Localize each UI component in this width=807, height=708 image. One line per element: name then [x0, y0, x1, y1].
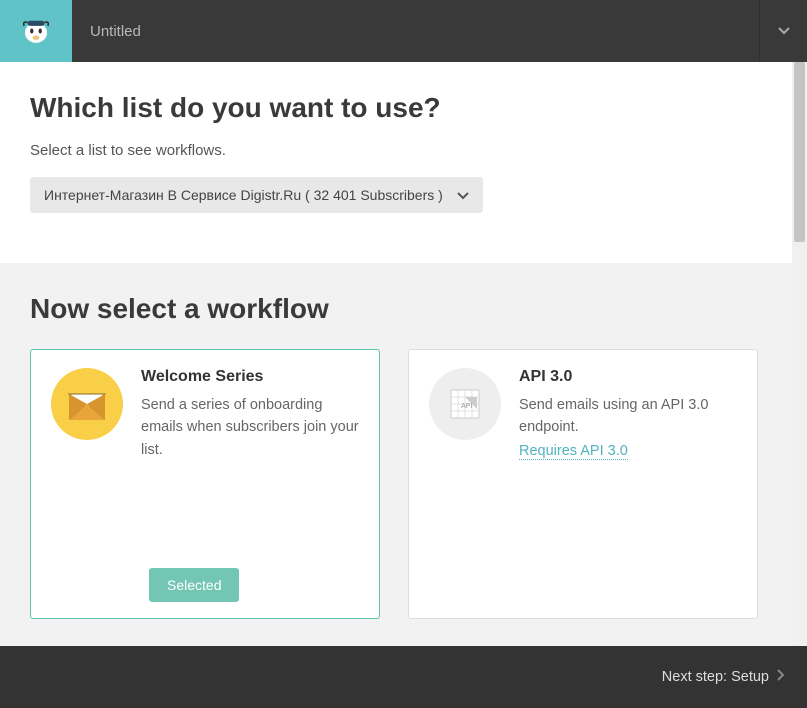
- svg-text:API: API: [461, 403, 472, 410]
- card-description: Send a series of onboarding emails when …: [141, 394, 359, 461]
- next-step-button[interactable]: Next step: Setup: [662, 669, 785, 685]
- chevron-down-icon: [778, 27, 790, 35]
- workflow-heading: Now select a workflow: [30, 293, 777, 325]
- list-dropdown-label: Интернет-Магазин В Сервисе Digistr.Ru ( …: [44, 187, 443, 203]
- list-selection-section: Which list do you want to use? Select a …: [0, 62, 807, 263]
- workflow-cards: Welcome Series Send a series of onboardi…: [30, 349, 777, 619]
- topbar-menu-button[interactable]: [759, 0, 807, 62]
- api-icon: API: [429, 368, 501, 445]
- mailchimp-logo[interactable]: [0, 0, 72, 62]
- page-subtext: Select a list to see workflows.: [30, 142, 777, 159]
- campaign-title[interactable]: Untitled: [72, 0, 759, 62]
- selected-button[interactable]: Selected: [149, 568, 239, 602]
- chevron-right-icon: [777, 669, 785, 685]
- chevron-down-icon: [457, 187, 469, 203]
- page-heading: Which list do you want to use?: [30, 92, 777, 124]
- requires-api-link[interactable]: Requires API 3.0: [519, 443, 628, 460]
- card-title: Welcome Series: [141, 368, 359, 386]
- next-step-label: Next step: Setup: [662, 669, 769, 685]
- list-dropdown[interactable]: Интернет-Магазин В Сервисе Digistr.Ru ( …: [30, 177, 483, 213]
- scrollbar-thumb[interactable]: [794, 62, 805, 242]
- footer-bar: Next step: Setup: [0, 646, 807, 708]
- scrollbar-track[interactable]: [792, 62, 807, 648]
- workflow-selection-section: Now select a workflow Welcome Series: [0, 263, 807, 649]
- workflow-card-api[interactable]: API API 3.0 Send emails using an API 3.0…: [408, 349, 758, 619]
- card-description: Send emails using an API 3.0 endpoint.: [519, 394, 737, 439]
- card-title: API 3.0: [519, 368, 737, 386]
- top-bar: Untitled: [0, 0, 807, 62]
- welcome-series-icon: [51, 368, 123, 445]
- workflow-card-welcome-series[interactable]: Welcome Series Send a series of onboardi…: [30, 349, 380, 619]
- mailchimp-icon: [19, 14, 53, 48]
